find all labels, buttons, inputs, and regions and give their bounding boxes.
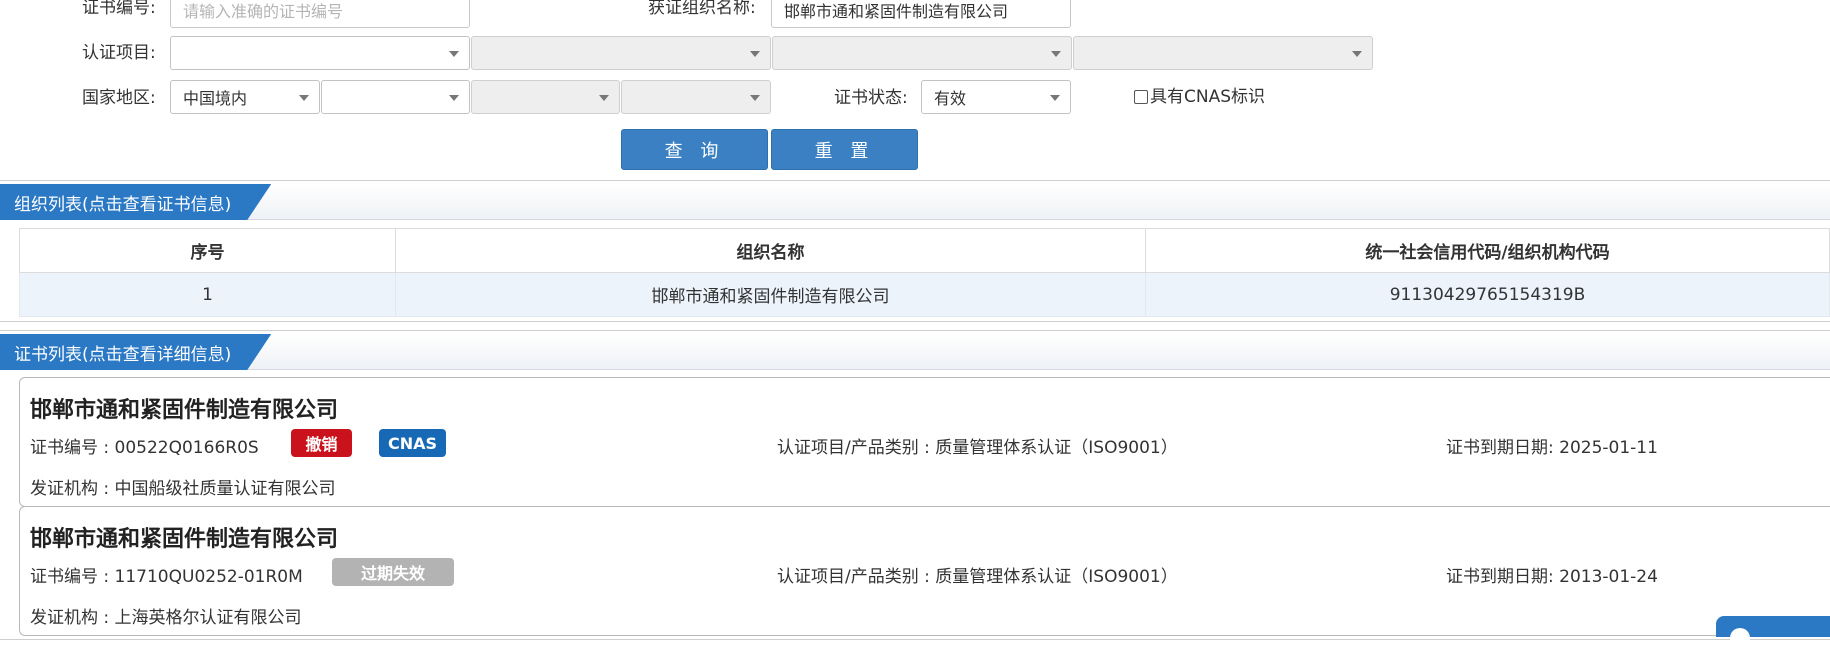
region-select-2[interactable] — [321, 80, 470, 114]
cert-expiry: 证书到期日期: 2013-01-24 — [1446, 567, 1658, 587]
cert-card[interactable]: 邯郸市通和紧固件制造有限公司 证书编号 : 00522Q0166R0S 撤销 C… — [19, 377, 1830, 507]
cert-no-input[interactable]: 请输入准确的证书编号 — [170, 0, 470, 28]
chevron-down-icon — [1352, 51, 1362, 57]
cnas-checkbox[interactable] — [1134, 90, 1148, 104]
cert-item-label: 认证项目: — [82, 43, 156, 63]
chevron-down-icon — [1050, 95, 1060, 101]
cert-list-title: 证书列表(点击查看详细信息) — [0, 334, 271, 370]
chevron-down-icon — [599, 95, 609, 101]
reset-button[interactable]: 重 置 — [771, 129, 918, 170]
status-select[interactable]: 有效 — [921, 80, 1071, 114]
cert-item-select-2[interactable] — [471, 36, 771, 70]
col-header-credit-code: 统一社会信用代码/组织机构代码 — [1145, 228, 1830, 273]
cnas-checkbox-label: 具有CNAS标识 — [1150, 87, 1266, 107]
cert-org-name: 邯郸市通和紧固件制造有限公司 — [30, 527, 339, 552]
cert-org-name: 邯郸市通和紧固件制造有限公司 — [30, 398, 339, 423]
cert-issuer: 发证机构 : 中国船级社质量认证有限公司 — [30, 479, 336, 499]
cnas-checkbox-wrap[interactable]: 具有CNAS标识 — [1134, 89, 1265, 106]
cell-credit-code: 91130429765154319B — [1145, 272, 1830, 317]
col-header-org-name: 组织名称 — [395, 228, 1146, 273]
chevron-down-icon — [449, 95, 459, 101]
cert-item-select-4[interactable] — [1073, 36, 1373, 70]
region-select-3[interactable] — [471, 80, 620, 114]
region-select-1[interactable]: 中国境内 — [170, 80, 320, 114]
online-service-widget[interactable] — [1716, 616, 1830, 648]
cert-category: 认证项目/产品类别 : 质量管理体系认证（ISO9001） — [777, 567, 1178, 587]
org-list-header: 组织列表(点击查看证书信息) — [0, 184, 1830, 220]
status-label: 证书状态: — [834, 88, 908, 108]
query-button[interactable]: 查 询 — [621, 129, 768, 170]
region-select-4[interactable] — [621, 80, 771, 114]
cert-item-select-1[interactable] — [170, 36, 470, 70]
status-badge-revoked: 撤销 — [291, 429, 352, 457]
cert-issuer: 发证机构 : 上海英格尔认证有限公司 — [30, 608, 302, 628]
cell-org-name[interactable]: 邯郸市通和紧固件制造有限公司 — [395, 272, 1146, 317]
cert-number: 证书编号 : 11710QU0252-01R0M — [30, 567, 303, 587]
org-table-header-row: 序号 组织名称 统一社会信用代码/组织机构代码 — [19, 228, 1830, 273]
cert-category: 认证项目/产品类别 : 质量管理体系认证（ISO9001） — [777, 438, 1178, 458]
cert-card[interactable]: 邯郸市通和紧固件制造有限公司 证书编号 : 11710QU0252-01R0M … — [19, 506, 1830, 636]
chevron-down-icon — [750, 51, 760, 57]
cert-expiry: 证书到期日期: 2025-01-11 — [1446, 438, 1658, 458]
table-row[interactable]: 1 邯郸市通和紧固件制造有限公司 91130429765154319B — [19, 272, 1830, 317]
chevron-down-icon — [449, 51, 459, 57]
cnas-badge: CNAS — [379, 429, 446, 457]
chevron-down-icon — [750, 95, 760, 101]
cert-number: 证书编号 : 00522Q0166R0S — [30, 438, 259, 458]
org-list-title: 组织列表(点击查看证书信息) — [0, 184, 271, 220]
col-header-index: 序号 — [19, 228, 396, 273]
chevron-down-icon — [299, 95, 309, 101]
cert-list-header: 证书列表(点击查看详细信息) — [0, 334, 1830, 370]
chevron-down-icon — [1051, 51, 1061, 57]
status-badge-expired: 过期失效 — [332, 558, 454, 586]
cert-item-select-3[interactable] — [772, 36, 1072, 70]
region-label: 国家地区: — [82, 88, 156, 108]
org-name-label: 获证组织名称: — [648, 0, 756, 18]
cert-no-label: 证书编号: — [82, 0, 156, 18]
chat-icon — [1730, 628, 1750, 648]
org-name-input[interactable]: 邯郸市通和紧固件制造有限公司 — [771, 0, 1071, 28]
cell-index: 1 — [19, 272, 396, 317]
org-table: 序号 组织名称 统一社会信用代码/组织机构代码 1 邯郸市通和紧固件制造有限公司… — [19, 228, 1830, 317]
